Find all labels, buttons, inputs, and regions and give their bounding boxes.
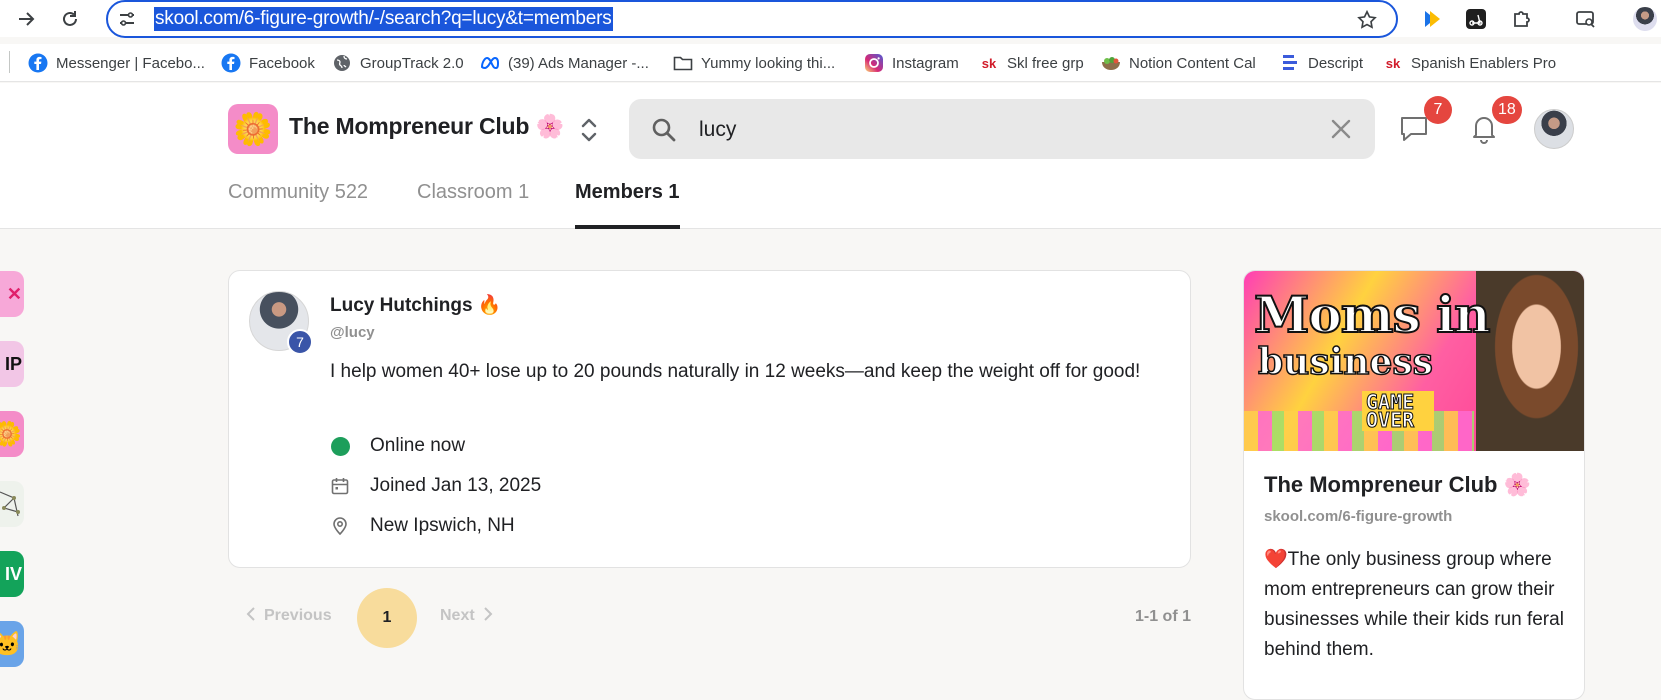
extension-scooter-icon[interactable] bbox=[1463, 6, 1489, 32]
bookmarks-separator bbox=[9, 51, 10, 73]
group-about-card: Moms in business GAME OVER The Mompreneu… bbox=[1243, 270, 1585, 700]
bookmark-spanish-enablers[interactable]: sk Spanish Enablers Pro bbox=[1383, 50, 1556, 76]
banner-title-line1: Moms in bbox=[1253, 284, 1492, 345]
next-page-button[interactable]: Next bbox=[440, 607, 493, 625]
member-joined-row: Joined Jan 13, 2025 bbox=[330, 473, 541, 499]
salad-icon bbox=[1101, 53, 1121, 73]
chevron-left-icon bbox=[246, 607, 255, 621]
member-handle: @lucy bbox=[330, 324, 375, 341]
result-count: 1-1 of 1 bbox=[1134, 608, 1191, 625]
network-icon bbox=[0, 491, 20, 517]
meta-icon bbox=[480, 53, 500, 73]
chat-badge: 7 bbox=[1424, 96, 1452, 124]
group-logo[interactable]: 🌼 bbox=[228, 104, 278, 154]
site-settings-icon[interactable] bbox=[118, 10, 136, 28]
rail-group-1[interactable]: ✕ bbox=[0, 271, 24, 317]
banner-portrait bbox=[1476, 271, 1584, 451]
rail-group-4[interactable] bbox=[0, 481, 24, 527]
bookmark-descript[interactable]: Descript bbox=[1280, 50, 1363, 76]
search-bar[interactable] bbox=[629, 99, 1375, 159]
bookmark-messenger[interactable]: Messenger | Facebo... bbox=[28, 50, 205, 76]
rail-group-3[interactable]: 🌼 bbox=[0, 411, 24, 457]
member-location: New Ipswich, NH bbox=[370, 515, 515, 536]
facebook-icon bbox=[221, 53, 241, 73]
daisy-icon: 🌼 bbox=[233, 111, 273, 147]
skool-icon: sk bbox=[981, 55, 997, 71]
bookmark-skl-free-grp[interactable]: sk Skl free grp bbox=[979, 50, 1084, 76]
group-card-title[interactable]: The Mompreneur Club 🌸 bbox=[1264, 472, 1531, 498]
bookmark-ads-manager[interactable]: (39) Ads Manager -... bbox=[480, 50, 649, 76]
online-status-icon bbox=[330, 436, 350, 456]
folder-icon bbox=[673, 53, 693, 73]
bookmark-star-icon[interactable] bbox=[1356, 9, 1378, 31]
globe-icon bbox=[332, 53, 352, 73]
search-input[interactable] bbox=[699, 116, 1279, 144]
clear-search-icon[interactable] bbox=[1329, 117, 1353, 141]
tab-search-icon[interactable] bbox=[1573, 6, 1599, 32]
banner-game-over: GAME OVER bbox=[1362, 391, 1434, 431]
calendar-icon bbox=[331, 478, 349, 495]
bookmark-notion-content-cal[interactable]: Notion Content Cal bbox=[1101, 50, 1256, 76]
group-card-url: skool.com/6-figure-growth bbox=[1264, 508, 1453, 525]
next-label: Next bbox=[440, 607, 475, 624]
tab-members[interactable]: Members 1 bbox=[575, 181, 680, 229]
notification-badge: 18 bbox=[1492, 96, 1522, 124]
url-text[interactable]: skool.com/6-figure-growth/-/search?q=luc… bbox=[154, 7, 613, 31]
group-name[interactable]: The Mompreneur Club 🌸 bbox=[289, 113, 564, 140]
member-joined-date: Joined Jan 13, 2025 bbox=[370, 475, 542, 496]
member-location-row: New Ipswich, NH bbox=[330, 513, 515, 539]
rail-group-label: ✕ bbox=[6, 283, 22, 304]
rail-group-6[interactable]: 🐱 bbox=[0, 621, 24, 667]
previous-page-button[interactable]: Previous bbox=[246, 607, 332, 625]
member-level-badge: 7 bbox=[287, 329, 313, 355]
rail-group-label: IP bbox=[4, 353, 22, 374]
member-status: Online now bbox=[370, 435, 466, 456]
rail-group-5[interactable]: IV bbox=[0, 551, 24, 597]
facebook-icon bbox=[28, 53, 48, 73]
tab-classroom[interactable]: Classroom 1 bbox=[417, 181, 529, 229]
tab-community[interactable]: Community 522 bbox=[228, 181, 368, 229]
bookmark-facebook[interactable]: Facebook bbox=[221, 50, 315, 76]
rail-group-2[interactable]: IP bbox=[0, 341, 24, 387]
user-avatar[interactable] bbox=[1534, 109, 1574, 149]
member-status-row: Online now bbox=[330, 433, 465, 459]
descript-icon bbox=[1280, 53, 1300, 73]
member-name[interactable]: Lucy Hutchings 🔥 bbox=[330, 293, 501, 317]
site-header: 🌼 The Mompreneur Club 🌸 7 18 Community 5… bbox=[0, 83, 1661, 229]
banner-title-line2: business bbox=[1257, 340, 1433, 384]
extension-arrow-icon[interactable] bbox=[1420, 6, 1446, 32]
skool-icon: sk bbox=[1385, 55, 1401, 71]
group-description-text: The only business group where mom entrep… bbox=[1264, 549, 1564, 660]
rail-group-label: 🌼 bbox=[0, 420, 22, 448]
location-pin-icon bbox=[333, 517, 347, 536]
bookmark-instagram[interactable]: Instagram bbox=[864, 50, 959, 76]
bookmark-grouptrack[interactable]: GroupTrack 2.0 bbox=[332, 50, 464, 76]
heart-icon: ❤️ bbox=[1264, 549, 1288, 570]
member-card: 7 Lucy Hutchings 🔥 @lucy I help women 40… bbox=[228, 270, 1191, 568]
bookmark-folder-yummy[interactable]: Yummy looking thi... bbox=[673, 50, 835, 76]
extensions-puzzle-icon[interactable] bbox=[1509, 6, 1535, 32]
banner-decoration bbox=[1244, 411, 1474, 451]
member-bio: I help women 40+ lose up to 20 pounds na… bbox=[330, 361, 1141, 382]
rail-group-label: 🐱 bbox=[0, 630, 22, 658]
profile-avatar-icon[interactable] bbox=[1632, 6, 1658, 32]
address-bar[interactable]: skool.com/6-figure-growth/-/search?q=luc… bbox=[106, 0, 1398, 38]
group-switcher-icon[interactable] bbox=[578, 115, 600, 145]
search-icon bbox=[652, 118, 676, 142]
rail-group-label: IV bbox=[4, 563, 22, 584]
instagram-icon bbox=[864, 53, 884, 73]
group-card-description: ❤️The only business group where mom entr… bbox=[1264, 545, 1569, 665]
reload-icon[interactable] bbox=[57, 6, 83, 32]
page-number-current[interactable]: 1 bbox=[357, 588, 417, 648]
chevron-right-icon bbox=[483, 607, 493, 621]
group-banner[interactable]: Moms in business GAME OVER bbox=[1244, 271, 1584, 451]
forward-icon[interactable] bbox=[13, 6, 39, 32]
browser-toolbar: skool.com/6-figure-growth/-/search?q=luc… bbox=[0, 0, 1661, 38]
previous-label: Previous bbox=[264, 607, 332, 624]
